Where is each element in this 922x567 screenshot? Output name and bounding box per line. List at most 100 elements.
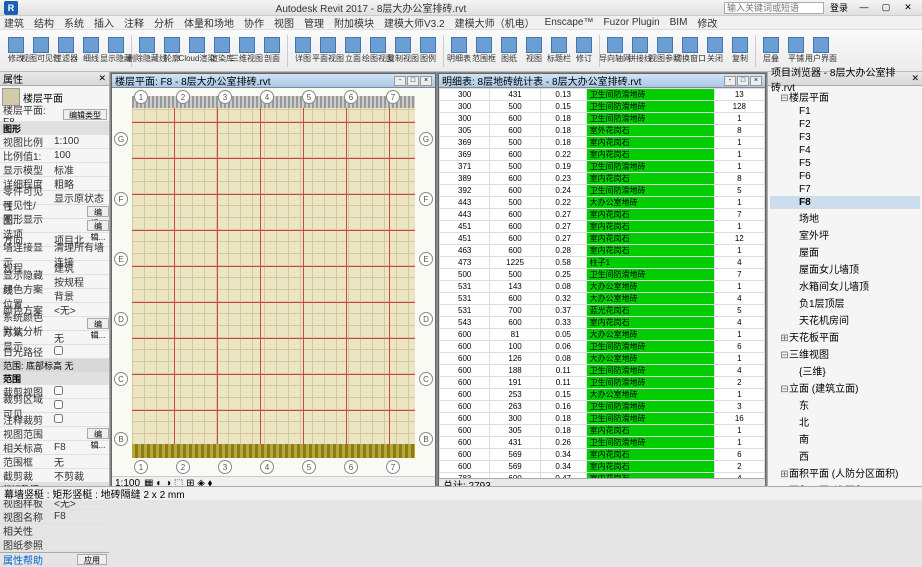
menu-tab[interactable]: 结构 (34, 15, 54, 30)
plan-canvas[interactable]: 11223344556677BBCCDDEEFFGG (112, 88, 435, 476)
property-row[interactable]: 默认分析显示无 (0, 331, 109, 345)
tree-node[interactable]: F6 (770, 170, 920, 183)
tree-twisty-icon[interactable]: ⊟ (780, 384, 789, 395)
ribbon-button[interactable]: 视图可见性 (29, 33, 53, 69)
schedule-row[interactable]: 6005690.34室内花岗石2 (440, 461, 765, 473)
tree-node[interactable]: F5 (770, 157, 920, 170)
grid-bubble[interactable]: C (114, 372, 128, 386)
ribbon-button[interactable]: 过滤器 (54, 33, 78, 69)
schedule-row[interactable]: 6001260.08大办公室地砖1 (440, 353, 765, 365)
tree-node[interactable]: F4 (770, 144, 920, 157)
ribbon-button[interactable]: 平面视图 (316, 33, 340, 69)
tree-node[interactable]: ⊞面积平面 (人防分区面积) (770, 464, 920, 481)
tree-node[interactable]: 天花机房间 (770, 311, 920, 328)
schedule-row[interactable]: 5317000.37蓝光花岗石5 (440, 305, 765, 317)
grid-bubble[interactable]: 6 (344, 90, 358, 104)
grid-bubble[interactable]: 1 (134, 90, 148, 104)
schedule-body[interactable]: 3004310.13卫生间防滑地砖133005000.15卫生间防滑地砖1283… (439, 88, 765, 478)
tree-node[interactable]: 室外坪 (770, 226, 920, 243)
property-row[interactable]: 截剪裁不剪裁 (0, 469, 109, 483)
tree-node[interactable]: 东 (770, 396, 920, 413)
browser-close-icon[interactable]: ✕ (911, 73, 919, 84)
property-row[interactable]: 范围框无 (0, 455, 109, 469)
grid-bubble[interactable]: B (114, 432, 128, 446)
ribbon-button[interactable]: 修订 (572, 33, 596, 69)
view-max-button[interactable]: □ (407, 76, 419, 86)
tree-node[interactable]: 屋面女儿墙顶 (770, 260, 920, 277)
menu-tab[interactable]: 建筑 (4, 15, 24, 30)
property-row[interactable]: 图纸参照 (0, 538, 109, 552)
schedule-row[interactable]: 6001000.06卫生间防滑地砖6 (440, 341, 765, 353)
schedule-row[interactable]: 6003000.18卫生间防滑地砖16 (440, 413, 765, 425)
property-row[interactable]: 日光路径 (0, 345, 109, 359)
schedule-row[interactable]: 3695000.18室内花岗石1 (440, 137, 765, 149)
tree-node[interactable]: F8 (770, 196, 920, 209)
props-close-icon[interactable]: ✕ (98, 73, 106, 84)
edit-button[interactable]: 编辑... (87, 428, 109, 439)
prop-checkbox[interactable] (54, 346, 63, 355)
grid-bubble[interactable]: F (114, 192, 128, 206)
ribbon-button[interactable]: Cloud渲染 (185, 33, 209, 69)
grid-bubble[interactable]: D (114, 312, 128, 326)
schedule-row[interactable]: 5005000.25卫生间防滑地砖7 (440, 269, 765, 281)
schedule-row[interactable]: 6004310.26卫生间防滑地砖1 (440, 437, 765, 449)
schedule-row[interactable]: 5436000.33室内花岗石4 (440, 317, 765, 329)
menu-tab[interactable]: 体量和场地 (184, 15, 234, 30)
grid-bubble[interactable]: G (419, 132, 433, 146)
schedule-row[interactable]: 6001910.11卫生间防滑地砖2 (440, 377, 765, 389)
minimize-button[interactable]: — (854, 2, 874, 14)
ribbon-button[interactable]: 切换窗口 (678, 33, 702, 69)
ribbon-button[interactable]: 标题栏 (547, 33, 571, 69)
grid-bubble[interactable]: C (419, 372, 433, 386)
edit-button[interactable]: 编辑... (87, 220, 109, 231)
sched-max-button[interactable]: □ (737, 76, 749, 86)
grid-bubble[interactable]: G (114, 132, 128, 146)
grid-bubble[interactable]: 2 (176, 460, 190, 474)
grid-bubble[interactable]: F (419, 192, 433, 206)
grid-bubble[interactable]: E (419, 252, 433, 266)
tree-node[interactable]: 水箱间女儿墙顶 (770, 277, 920, 294)
grid-bubble[interactable]: 4 (260, 90, 274, 104)
tree-node[interactable]: ⊟三维视图 (770, 345, 920, 362)
tree-node[interactable]: 西 (770, 447, 920, 464)
property-row[interactable]: 颜色方案位置背景 (0, 289, 109, 303)
schedule-row[interactable]: 5316000.32大办公室地砖4 (440, 293, 765, 305)
menu-tab[interactable]: Enscape™ (545, 17, 594, 28)
schedule-row[interactable]: 6002630.16卫生间防滑地砖3 (440, 401, 765, 413)
close-button[interactable]: ✕ (898, 2, 918, 14)
prop-checkbox[interactable] (54, 400, 63, 409)
property-row[interactable]: 比例值1:100 (0, 149, 109, 163)
grid-bubble[interactable]: 3 (218, 90, 232, 104)
ribbon-button[interactable]: 三维视图 (235, 33, 259, 69)
view-min-button[interactable]: - (394, 76, 406, 86)
ribbon-button[interactable]: 剖面 (260, 33, 284, 69)
schedule-row[interactable]: 600810.05大办公室地砖1 (440, 329, 765, 341)
schedule-row[interactable]: 4435000.22大办公室地砖1 (440, 197, 765, 209)
tree-node[interactable]: {三维} (770, 362, 920, 379)
ribbon-button[interactable]: 图例 (416, 33, 440, 69)
menu-tab[interactable]: Fuzor Plugin (604, 17, 660, 28)
schedule-row[interactable]: 3896000.23室内花岗石8 (440, 173, 765, 185)
ribbon-button[interactable]: 明细表 (447, 33, 471, 69)
ribbon-button[interactable]: 范围框 (472, 33, 496, 69)
ribbon-button[interactable]: 导向轴网 (603, 33, 627, 69)
schedule-row[interactable]: 6005690.34室内花岗石6 (440, 449, 765, 461)
sched-close-button[interactable]: × (750, 76, 762, 86)
menu-tab[interactable]: 建模大师（机电） (455, 15, 535, 30)
tree-node[interactable]: 北 (770, 413, 920, 430)
ribbon-button[interactable]: 关闭 (703, 33, 727, 69)
tree-node[interactable]: F1 (770, 105, 920, 118)
schedule-row[interactable]: 3696000.22室内花岗石1 (440, 149, 765, 161)
ribbon-button[interactable]: 视图 (522, 33, 546, 69)
property-row[interactable]: 墙连接显示清理所有墙连接 (0, 247, 109, 261)
property-row[interactable]: 相关性 (0, 524, 109, 538)
grid-bubble[interactable]: 2 (176, 90, 190, 104)
tree-node[interactable]: F2 (770, 118, 920, 131)
edit-type-button[interactable]: 编辑类型 (63, 109, 107, 120)
schedule-row[interactable]: 4516000.27室内花岗石12 (440, 233, 765, 245)
schedule-row[interactable]: 4436000.27室内花岗石7 (440, 209, 765, 221)
schedule-row[interactable]: 3926000.24卫生间防滑地砖5 (440, 185, 765, 197)
help-search[interactable] (724, 2, 824, 14)
menu-tab[interactable]: 附加模块 (334, 15, 374, 30)
schedule-row[interactable]: 3006000.18卫生间防滑地砖1 (440, 113, 765, 125)
